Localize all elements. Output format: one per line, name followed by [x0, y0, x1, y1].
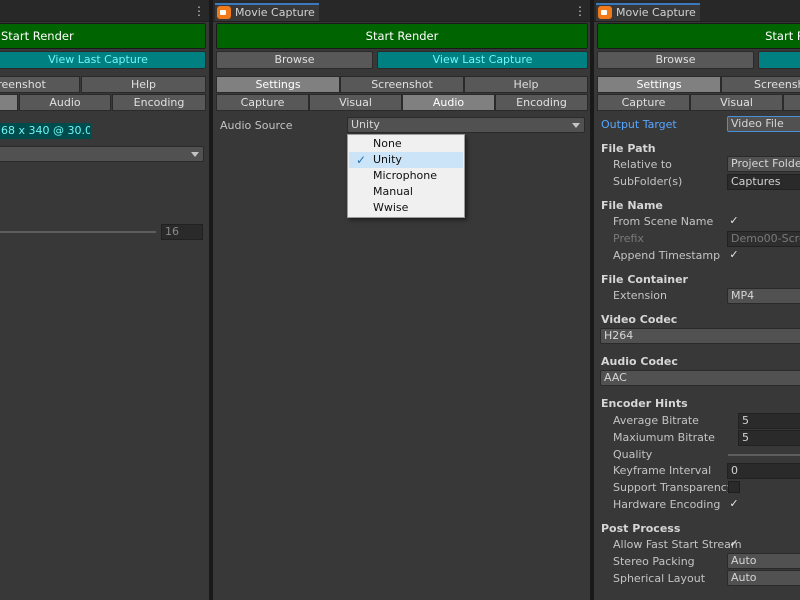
support-transparency-label: Support Transparency [613, 481, 734, 494]
stereo-packing-label: Stereo Packing [613, 555, 695, 568]
file-path-header: File Path [601, 142, 656, 155]
audio-source-value: Unity [351, 118, 380, 131]
extension-label: Extension [613, 289, 668, 302]
chevron-down-icon [191, 152, 199, 157]
left-window-tabstrip: ⋮ [0, 0, 209, 22]
left-view-last-capture-button[interactable]: View Last Capture [0, 51, 206, 69]
output-target-dropdown[interactable]: Video File [727, 116, 800, 132]
middle-tab-screenshot[interactable]: Screenshot [340, 76, 464, 93]
movie-capture-logo-icon [598, 6, 612, 19]
middle-browse-button[interactable]: Browse [216, 51, 373, 69]
keyframe-interval-label: Keyframe Interval [613, 464, 712, 477]
left-tab-audio[interactable]: Audio [19, 94, 111, 111]
quality-label: Quality [613, 448, 653, 461]
right-tab-screenshot[interactable]: Screensh [721, 76, 800, 93]
popup-option-wwise[interactable]: Wwise [349, 200, 463, 216]
from-scene-name-label: From Scene Name [613, 215, 714, 228]
file-container-header: File Container [601, 273, 688, 286]
support-transparency-checkbox[interactable] [728, 481, 740, 493]
file-name-header: File Name [601, 199, 663, 212]
keyframe-interval-input[interactable]: 0 [727, 463, 800, 479]
right-view-last-capture-button[interactable] [758, 51, 800, 69]
right-capture-panel: Movie Capture Start Rend Browse Settings… [594, 0, 800, 600]
left-window-menu-icon[interactable]: ⋮ [193, 4, 205, 18]
encoder-hints-header: Encoder Hints [601, 397, 688, 410]
prefix-label: Prefix [613, 232, 644, 245]
middle-tab-help[interactable]: Help [464, 76, 588, 93]
left-resolution-value[interactable]: 68 x 340 @ 30.00 [0, 123, 91, 139]
append-timestamp-label: Append Timestamp [613, 249, 721, 262]
left-tab-visual[interactable] [0, 94, 18, 111]
right-window-title: Movie Capture [616, 6, 696, 19]
popup-option-unity-label: Unity [373, 153, 402, 166]
maximum-bitrate-label: Maxiumum Bitrate [613, 431, 715, 444]
middle-capture-panel: Movie Capture ⋮ Start Render Browse View… [213, 0, 590, 600]
checkmark-icon: ✓ [355, 153, 367, 167]
relative-to-dropdown[interactable]: Project Folder [727, 156, 800, 172]
left-slider-value[interactable]: 16 [161, 224, 203, 240]
middle-window-title: Movie Capture [235, 6, 315, 19]
subfolder-label: SubFolder(s) [613, 175, 683, 188]
hardware-encoding-checkbox[interactable]: ✓ [728, 498, 740, 510]
middle-tab-encoding[interactable]: Encoding [495, 94, 588, 111]
video-codec-header: Video Codec [601, 313, 678, 326]
right-browse-button[interactable]: Browse [597, 51, 754, 69]
popup-option-manual[interactable]: Manual [349, 184, 463, 200]
right-window-tab[interactable]: Movie Capture [596, 3, 700, 21]
allow-fast-start-checkbox[interactable]: ✓ [728, 538, 740, 550]
left-tab-help[interactable]: Help [81, 76, 206, 93]
audio-codec-header: Audio Codec [601, 355, 678, 368]
middle-tab-settings[interactable]: Settings [216, 76, 340, 93]
average-bitrate-label: Average Bitrate [613, 414, 699, 427]
prefix-input[interactable]: Demo00-Scre [727, 231, 800, 247]
right-tab-visual[interactable]: Visual [690, 94, 783, 111]
relative-to-label: Relative to [613, 158, 672, 171]
spherical-layout-dropdown[interactable]: Auto [727, 570, 800, 586]
audio-source-label: Audio Source [220, 119, 293, 132]
post-process-header: Post Process [601, 522, 681, 535]
left-tab-encoding[interactable]: Encoding [112, 94, 206, 111]
stereo-packing-dropdown[interactable]: Auto [727, 553, 800, 569]
popup-option-unity[interactable]: ✓ Unity [349, 152, 463, 168]
middle-window-tabstrip: Movie Capture ⋮ [213, 0, 590, 22]
allow-fast-start-label: Allow Fast Start Stream [613, 538, 742, 551]
audio-codec-dropdown[interactable]: AAC [600, 370, 800, 386]
output-target-label: Output Target [601, 118, 677, 131]
subfolder-input[interactable]: Captures [727, 174, 800, 190]
left-capture-panel: ⋮ Start Render View Last Capture Screens… [0, 0, 209, 600]
popup-option-none[interactable]: None [349, 136, 463, 152]
movie-capture-logo-icon [217, 6, 231, 19]
middle-view-last-capture-button[interactable]: View Last Capture [377, 51, 588, 69]
middle-start-render-button[interactable]: Start Render [216, 23, 588, 49]
popup-option-microphone[interactable]: Microphone [349, 168, 463, 184]
extension-dropdown[interactable]: MP4 [727, 288, 800, 304]
hardware-encoding-label: Hardware Encoding [613, 498, 721, 511]
from-scene-name-checkbox[interactable]: ✓ [728, 215, 740, 227]
video-codec-dropdown[interactable]: H264 [600, 328, 800, 344]
average-bitrate-input[interactable]: 5 [738, 413, 800, 429]
right-tab-audio[interactable] [783, 94, 800, 111]
quality-slider[interactable] [728, 454, 800, 456]
right-start-render-button[interactable]: Start Rend [597, 23, 800, 49]
middle-window-menu-icon[interactable]: ⋮ [574, 4, 586, 18]
middle-tab-visual[interactable]: Visual [309, 94, 402, 111]
audio-source-dropdown[interactable]: Unity [347, 117, 585, 133]
right-window-tabstrip: Movie Capture [594, 0, 800, 22]
middle-tab-capture[interactable]: Capture [216, 94, 309, 111]
left-start-render-button[interactable]: Start Render [0, 23, 206, 49]
audio-source-popup-menu: None ✓ Unity Microphone Manual Wwise [347, 134, 465, 218]
spherical-layout-label: Spherical Layout [613, 572, 706, 585]
right-tab-settings[interactable]: Settings [597, 76, 721, 93]
append-timestamp-checkbox[interactable]: ✓ [728, 249, 740, 261]
middle-window-tab[interactable]: Movie Capture [215, 3, 319, 21]
left-resolution-dropdown[interactable] [0, 146, 204, 162]
left-slider-track[interactable] [0, 231, 156, 233]
right-tab-capture[interactable]: Capture [597, 94, 690, 111]
chevron-down-icon [572, 123, 580, 128]
left-tab-screenshot[interactable]: Screenshot [0, 76, 80, 93]
middle-tab-audio[interactable]: Audio [402, 94, 495, 111]
maximum-bitrate-input[interactable]: 5 [738, 430, 800, 446]
